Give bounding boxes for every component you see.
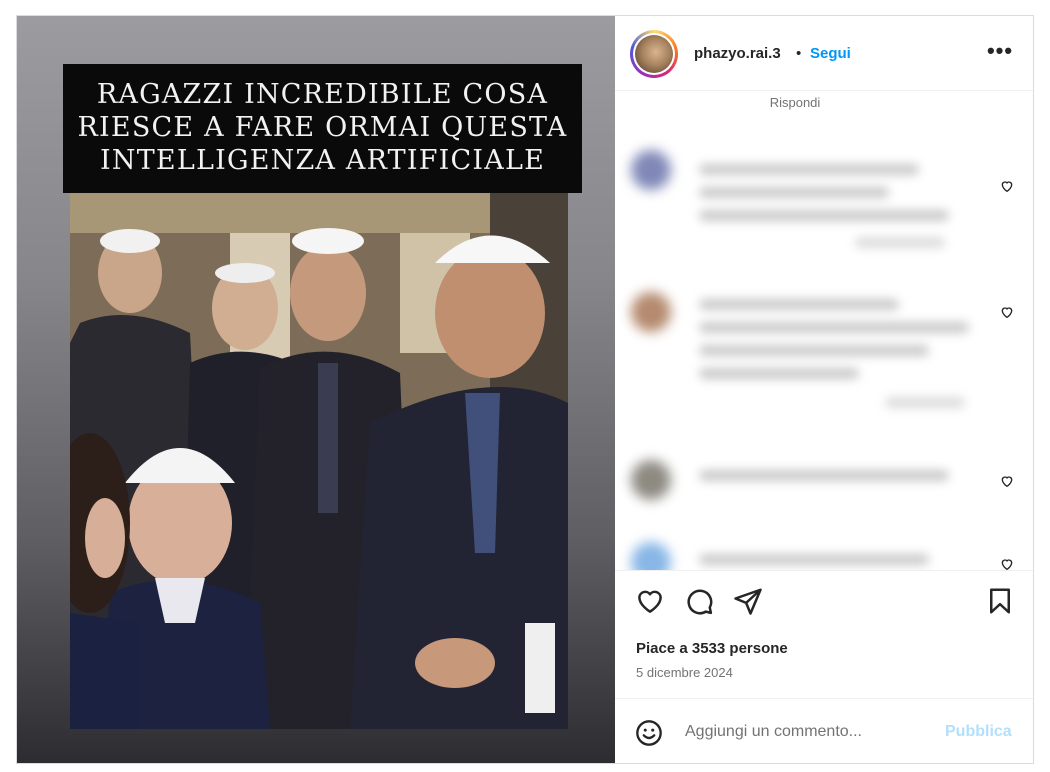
post-media[interactable]: RAGAZZI INCREDIBILE COSA RIESCE A FARE O… [17,16,615,763]
post-actions: Piace a 3533 persone 5 dicembre 2024 [615,570,1033,698]
comment-avatar[interactable] [631,292,671,332]
heart-icon[interactable] [635,586,665,616]
add-comment-bar: Pubblica [615,698,1033,763]
comment-avatar[interactable] [631,150,671,190]
comment-meta-blurred [885,397,965,408]
smiley-face-icon[interactable] [635,719,663,747]
comment-text-blurred [699,187,889,198]
comment-bubble-icon[interactable] [684,586,714,616]
separator-dot: • [796,45,802,62]
post-dialog: RAGAZZI INCREDIBILE COSA RIESCE A FARE O… [16,15,1034,764]
comment-input[interactable] [685,717,935,747]
comment-text-blurred [699,368,859,379]
comment-avatar[interactable] [631,460,671,500]
comment-text-blurred [699,345,929,356]
caption-line: INTELLIGENZA ARTIFICIALE [100,145,545,176]
comment-text-blurred [699,164,919,175]
follow-button[interactable]: Segui [810,45,851,62]
comment-meta-blurred [855,237,945,248]
paper-plane-icon[interactable] [733,586,763,616]
comment-text-blurred [699,322,969,333]
bookmark-icon[interactable] [985,586,1015,616]
reply-link[interactable]: Rispondi [615,95,975,110]
likes-count[interactable]: Piace a 3533 persone [636,640,788,657]
avatar[interactable] [630,30,678,78]
publish-button[interactable]: Pubblica [945,723,1012,741]
heart-outline-icon[interactable] [999,473,1015,489]
post-side-panel: phazyo.rai.3 • Segui ••• Rispondi Piace … [615,16,1033,763]
comment-text-blurred [699,470,949,481]
post-date: 5 dicembre 2024 [636,665,733,680]
video-caption-overlay: RAGAZZI INCREDIBILE COSA RIESCE A FARE O… [63,64,582,193]
post-header: phazyo.rai.3 • Segui ••• [615,16,1033,91]
caption-line: RAGAZZI INCREDIBILE COSA [96,79,549,110]
comment-avatar[interactable] [631,542,671,570]
username-link[interactable]: phazyo.rai.3 [694,45,781,62]
comment-text-blurred [699,554,929,565]
heart-outline-icon[interactable] [999,178,1015,194]
comment-text-blurred [699,299,899,310]
comment-text-blurred [699,210,949,221]
video-frame-image [70,193,568,729]
heart-outline-icon[interactable] [999,304,1015,320]
avatar-photo [635,35,673,73]
caption-line: RIESCE A FARE ORMAI QUESTA [77,112,568,143]
more-horizontal-icon[interactable]: ••• [985,38,1015,68]
comments-list[interactable]: Rispondi [615,92,1033,570]
avatar-image [633,33,675,75]
heart-outline-icon[interactable] [999,556,1015,570]
